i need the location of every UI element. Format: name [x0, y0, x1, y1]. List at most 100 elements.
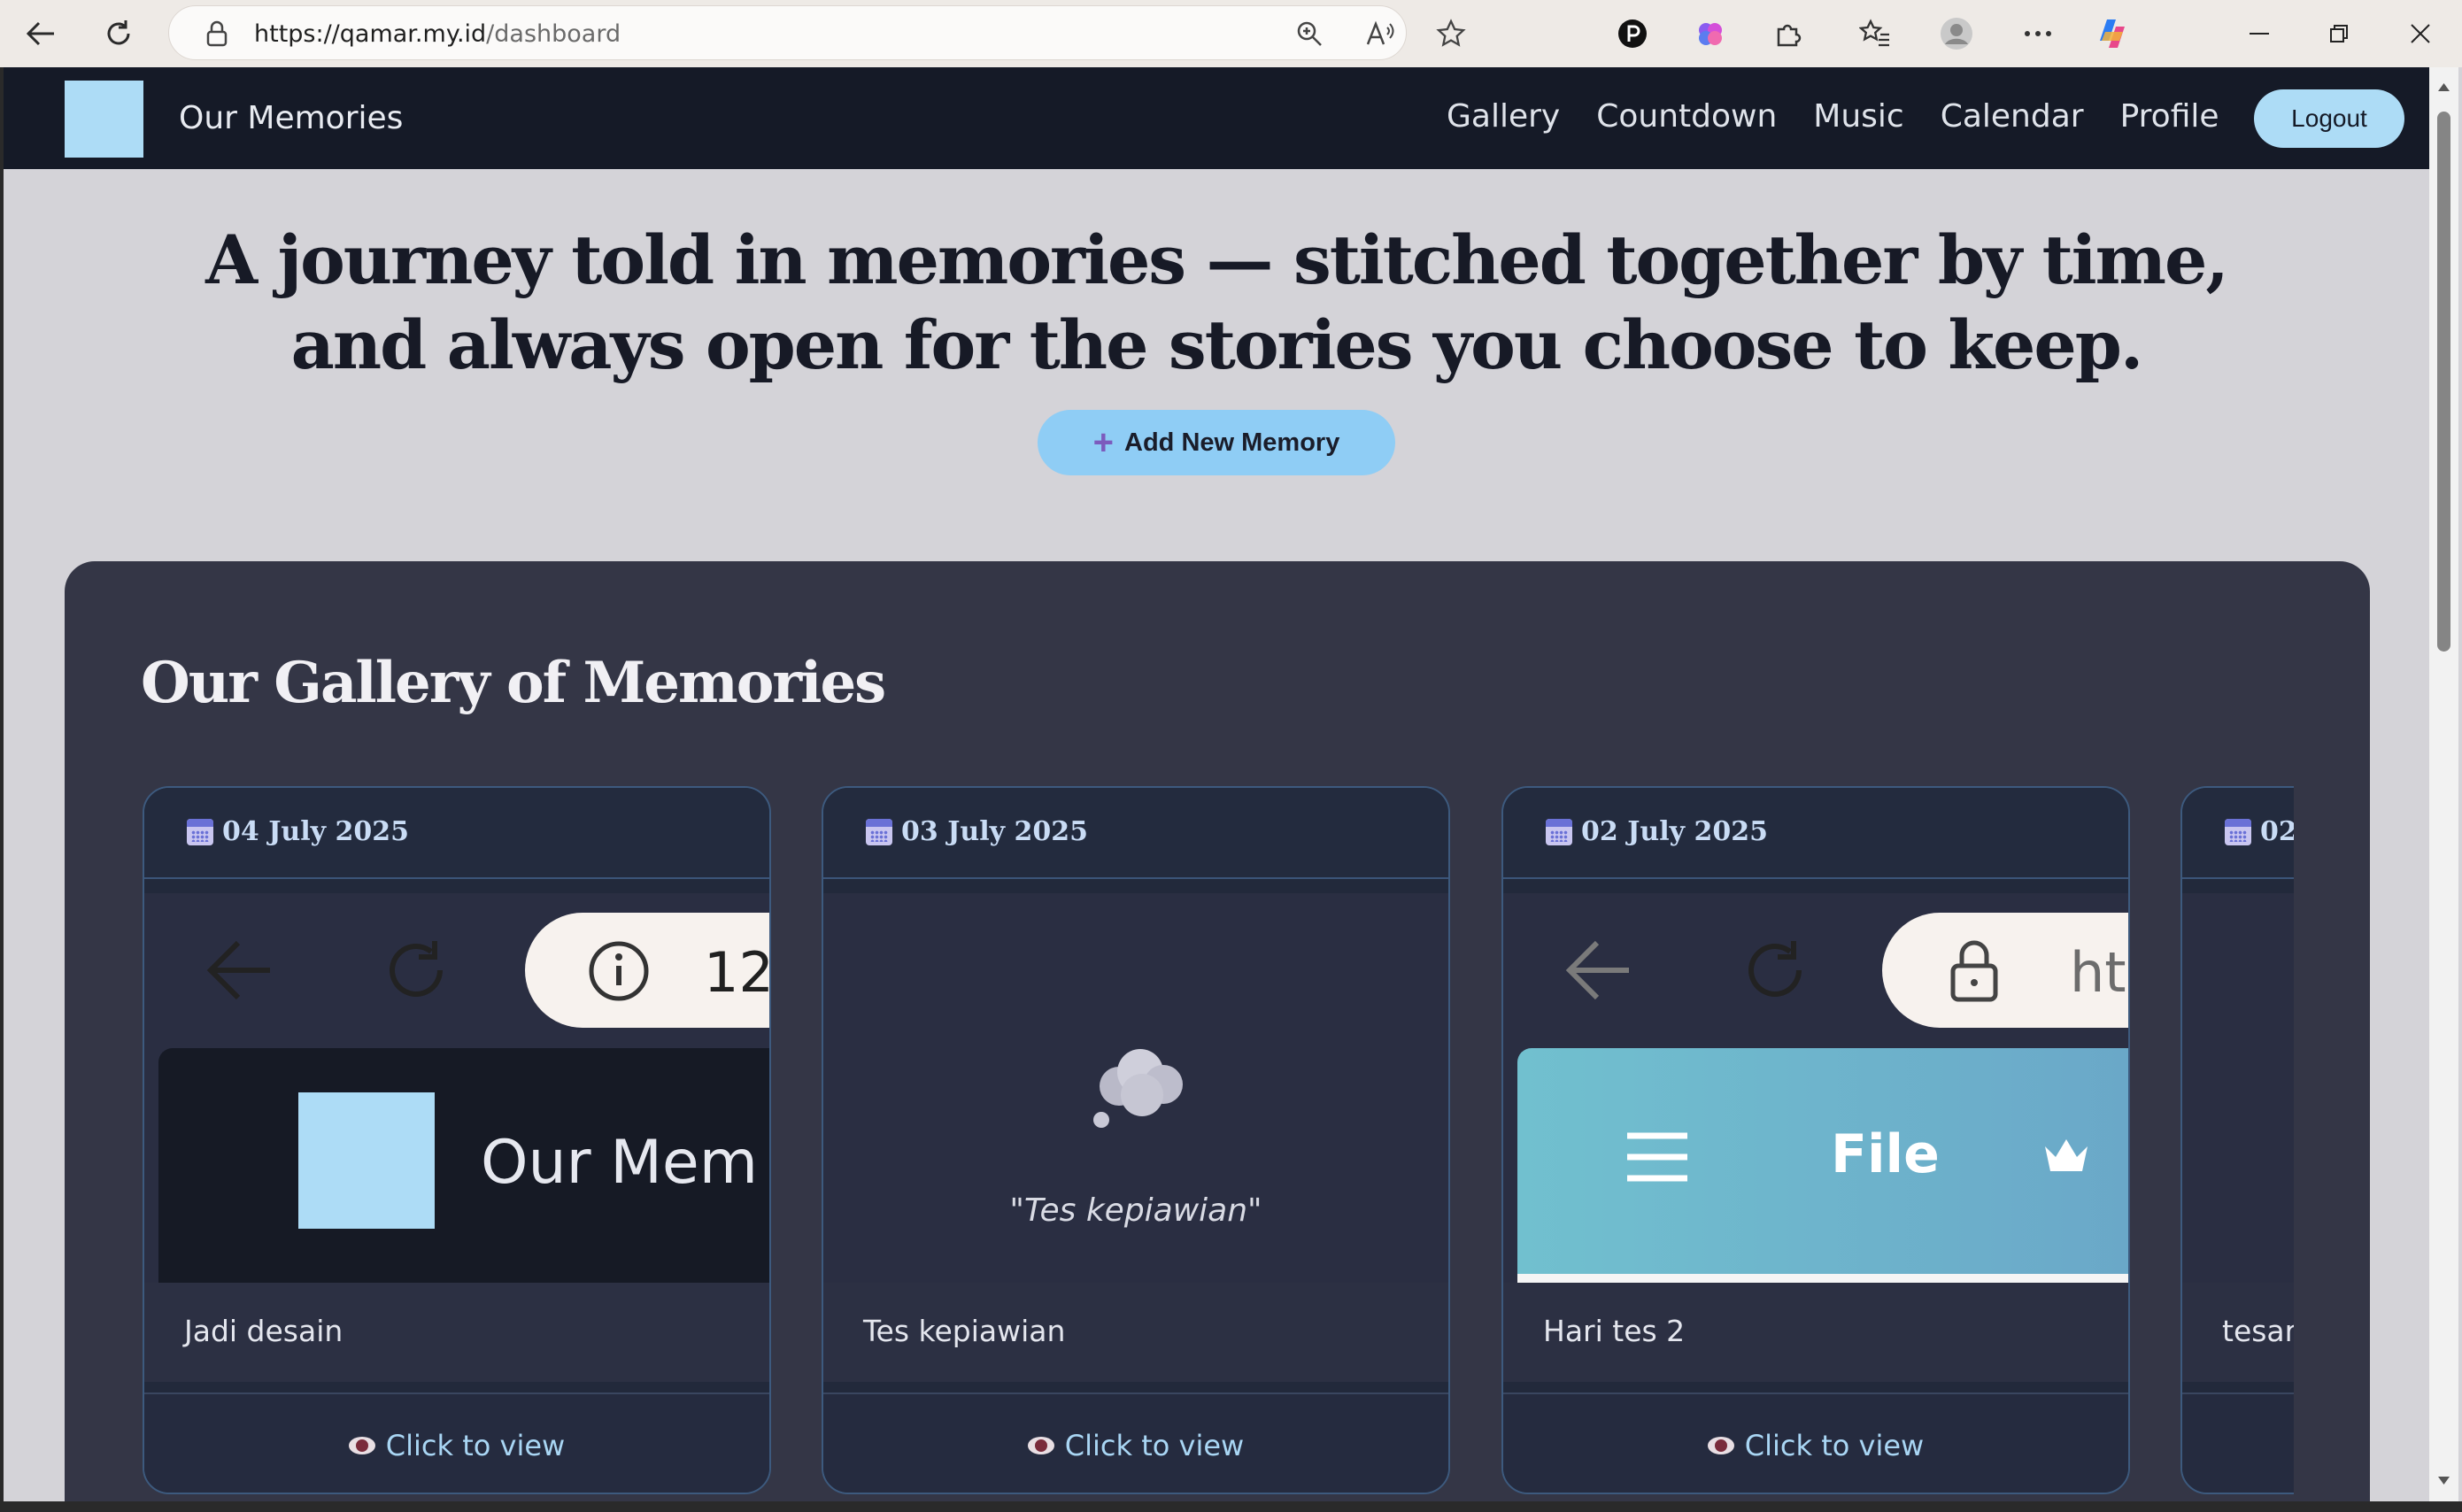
- card-view-link[interactable]: Click to view: [823, 1392, 1448, 1493]
- page-scrollbar[interactable]: [2429, 67, 2458, 1501]
- plus-icon: +: [1092, 423, 1115, 462]
- card-date: 03 July 2025: [866, 816, 1088, 847]
- card-date-text: 02 July 2025: [1581, 816, 1768, 847]
- card-view-link[interactable]: Click to view: [144, 1392, 769, 1493]
- lock-icon[interactable]: [194, 11, 240, 57]
- copilot-icon[interactable]: [2088, 9, 2137, 58]
- profile-avatar-icon[interactable]: [1932, 9, 1981, 58]
- thumb-reload-icon: [1748, 941, 1802, 997]
- site-navbar: Our Memories Gallery Countdown Music Cal…: [4, 67, 2429, 169]
- scrollbar-thumb[interactable]: [2437, 112, 2450, 652]
- card-header: 02 July 2025: [1503, 788, 2128, 879]
- thumb-url-fragment: ht: [2070, 940, 2126, 1005]
- card-view-link[interactable]: Click to view: [1503, 1392, 2128, 1493]
- gallery-title: Our Gallery of Memories: [141, 650, 886, 716]
- brand-name[interactable]: Our Memories: [179, 100, 403, 136]
- card-date: 02: [2225, 816, 2294, 847]
- add-new-memory-button[interactable]: + Add New Memory: [1038, 410, 1395, 475]
- page-viewport: Our Memories Gallery Countdown Music Cal…: [4, 67, 2429, 1501]
- thumb-back-icon: [206, 940, 270, 1000]
- click-to-view-label: Click to view: [1064, 1428, 1245, 1462]
- card-header: 03 July 2025: [823, 788, 1448, 879]
- card-header: 02: [2182, 788, 2294, 879]
- favorite-star-icon[interactable]: [1428, 11, 1474, 57]
- nav-link-music[interactable]: Music: [1813, 98, 1903, 135]
- address-bar[interactable]: https://qamar.my.id/dashboard: [168, 5, 1466, 60]
- click-to-view-label: Click to view: [385, 1428, 566, 1462]
- nav-link-countdown[interactable]: Countdown: [1596, 98, 1777, 135]
- scroll-down-arrow-icon[interactable]: [2436, 1473, 2451, 1488]
- url-host: https://qamar.my.id: [254, 20, 487, 48]
- card-caption: Jadi desain: [144, 1283, 769, 1382]
- card-date-text: 02: [2260, 816, 2294, 847]
- logout-button[interactable]: Logout: [2254, 89, 2404, 148]
- minimize-icon[interactable]: [2234, 9, 2284, 58]
- card-caption-text: Jadi desain: [184, 1314, 343, 1348]
- thumb-brand-text: Our Mem: [481, 1128, 758, 1198]
- hero-heading: A journey told in memories — stitched to…: [4, 218, 2429, 388]
- thumb-url-fragment: 12: [704, 940, 769, 1005]
- calendar-icon: [866, 818, 892, 845]
- site-logo[interactable]: [65, 81, 143, 158]
- thumb-logo: [298, 1092, 435, 1229]
- close-window-icon[interactable]: [2396, 9, 2445, 58]
- memory-card[interactable]: 02 tesar: [2180, 786, 2294, 1494]
- card-header: 04 July 2025: [144, 788, 769, 879]
- thumb-back-icon: [1565, 940, 1629, 1000]
- restore-icon[interactable]: [2314, 9, 2364, 58]
- card-thumbnail[interactable]: "Tes kepiawian": [823, 893, 1448, 1283]
- more-options-icon[interactable]: [2013, 9, 2063, 58]
- eye-icon: [348, 1436, 375, 1454]
- hero-section: A journey told in memories — stitched to…: [4, 218, 2429, 388]
- calendar-icon: [187, 818, 213, 845]
- card-caption-text: Hari tes 2: [1543, 1314, 1686, 1348]
- extension-p-icon[interactable]: [1608, 9, 1657, 58]
- add-new-memory-label: Add New Memory: [1124, 428, 1340, 457]
- memory-card[interactable]: 02 July 2025 ht File Hari tes 2 Click to…: [1501, 786, 2130, 1494]
- card-caption-text: Tes kepiawian: [863, 1314, 1066, 1348]
- read-aloud-icon[interactable]: [1357, 11, 1403, 57]
- scroll-up-arrow-icon[interactable]: [2436, 80, 2451, 95]
- thumb-divider: [1517, 1274, 2128, 1283]
- eye-icon: [1027, 1436, 1054, 1454]
- card-caption: tesar: [2182, 1283, 2294, 1382]
- zoom-icon[interactable]: [1286, 11, 1332, 57]
- calendar-icon: [1546, 818, 1572, 845]
- thumb-menu-icon: [1627, 1132, 1687, 1182]
- calendar-icon: [2225, 818, 2251, 845]
- card-thumbnail[interactable]: ht File: [1503, 893, 2128, 1283]
- click-to-view-label: Click to view: [1744, 1428, 1925, 1462]
- nav-link-profile[interactable]: Profile: [2120, 98, 2219, 135]
- memory-card-list: 04 July 2025 12 Our Mem Jadi desain Clic…: [143, 786, 2294, 1501]
- favorites-list-icon[interactable]: [1850, 9, 1900, 58]
- card-caption: Hari tes 2: [1503, 1283, 2128, 1382]
- card-date-text: 04 July 2025: [222, 816, 409, 847]
- card-thumbnail[interactable]: [2182, 893, 2294, 1283]
- url-path: /dashboard: [486, 20, 621, 48]
- window-border-bottom: [0, 1501, 2462, 1512]
- card-date: 02 July 2025: [1546, 816, 1768, 847]
- card-view-link[interactable]: [2182, 1392, 2294, 1493]
- memory-card[interactable]: 03 July 2025 "Tes kepiawian" Tes kepiawi…: [822, 786, 1450, 1494]
- memory-card[interactable]: 04 July 2025 12 Our Mem Jadi desain Clic…: [143, 786, 771, 1494]
- extension-brain-icon[interactable]: [1686, 9, 1735, 58]
- card-thumbnail[interactable]: 12 Our Mem: [144, 893, 769, 1283]
- nav-link-calendar[interactable]: Calendar: [1941, 98, 2084, 135]
- thought-bubble-icon: [1093, 1049, 1183, 1128]
- thumb-app-header: [1517, 1048, 2128, 1274]
- thumb-file-label: File: [1831, 1123, 1940, 1185]
- hero-line-2: and always open for the stories you choo…: [290, 305, 2144, 384]
- reload-icon[interactable]: [94, 9, 143, 58]
- nav-link-gallery[interactable]: Gallery: [1447, 98, 1560, 135]
- thumb-lock-icon: [1950, 940, 1998, 1002]
- nav-links: Gallery Countdown Music Calendar Profile: [1447, 98, 2256, 135]
- card-caption-text: tesar: [2222, 1314, 2294, 1348]
- extensions-puzzle-icon[interactable]: [1764, 9, 1813, 58]
- back-icon[interactable]: [16, 9, 66, 58]
- card-date-text: 03 July 2025: [901, 816, 1088, 847]
- hero-line-1: A journey told in memories — stitched to…: [205, 220, 2229, 299]
- thumb-reload-icon: [390, 941, 443, 997]
- browser-toolbar: https://qamar.my.id/dashboard: [0, 0, 2462, 67]
- eye-icon: [1707, 1436, 1734, 1454]
- card-caption: Tes kepiawian: [823, 1283, 1448, 1382]
